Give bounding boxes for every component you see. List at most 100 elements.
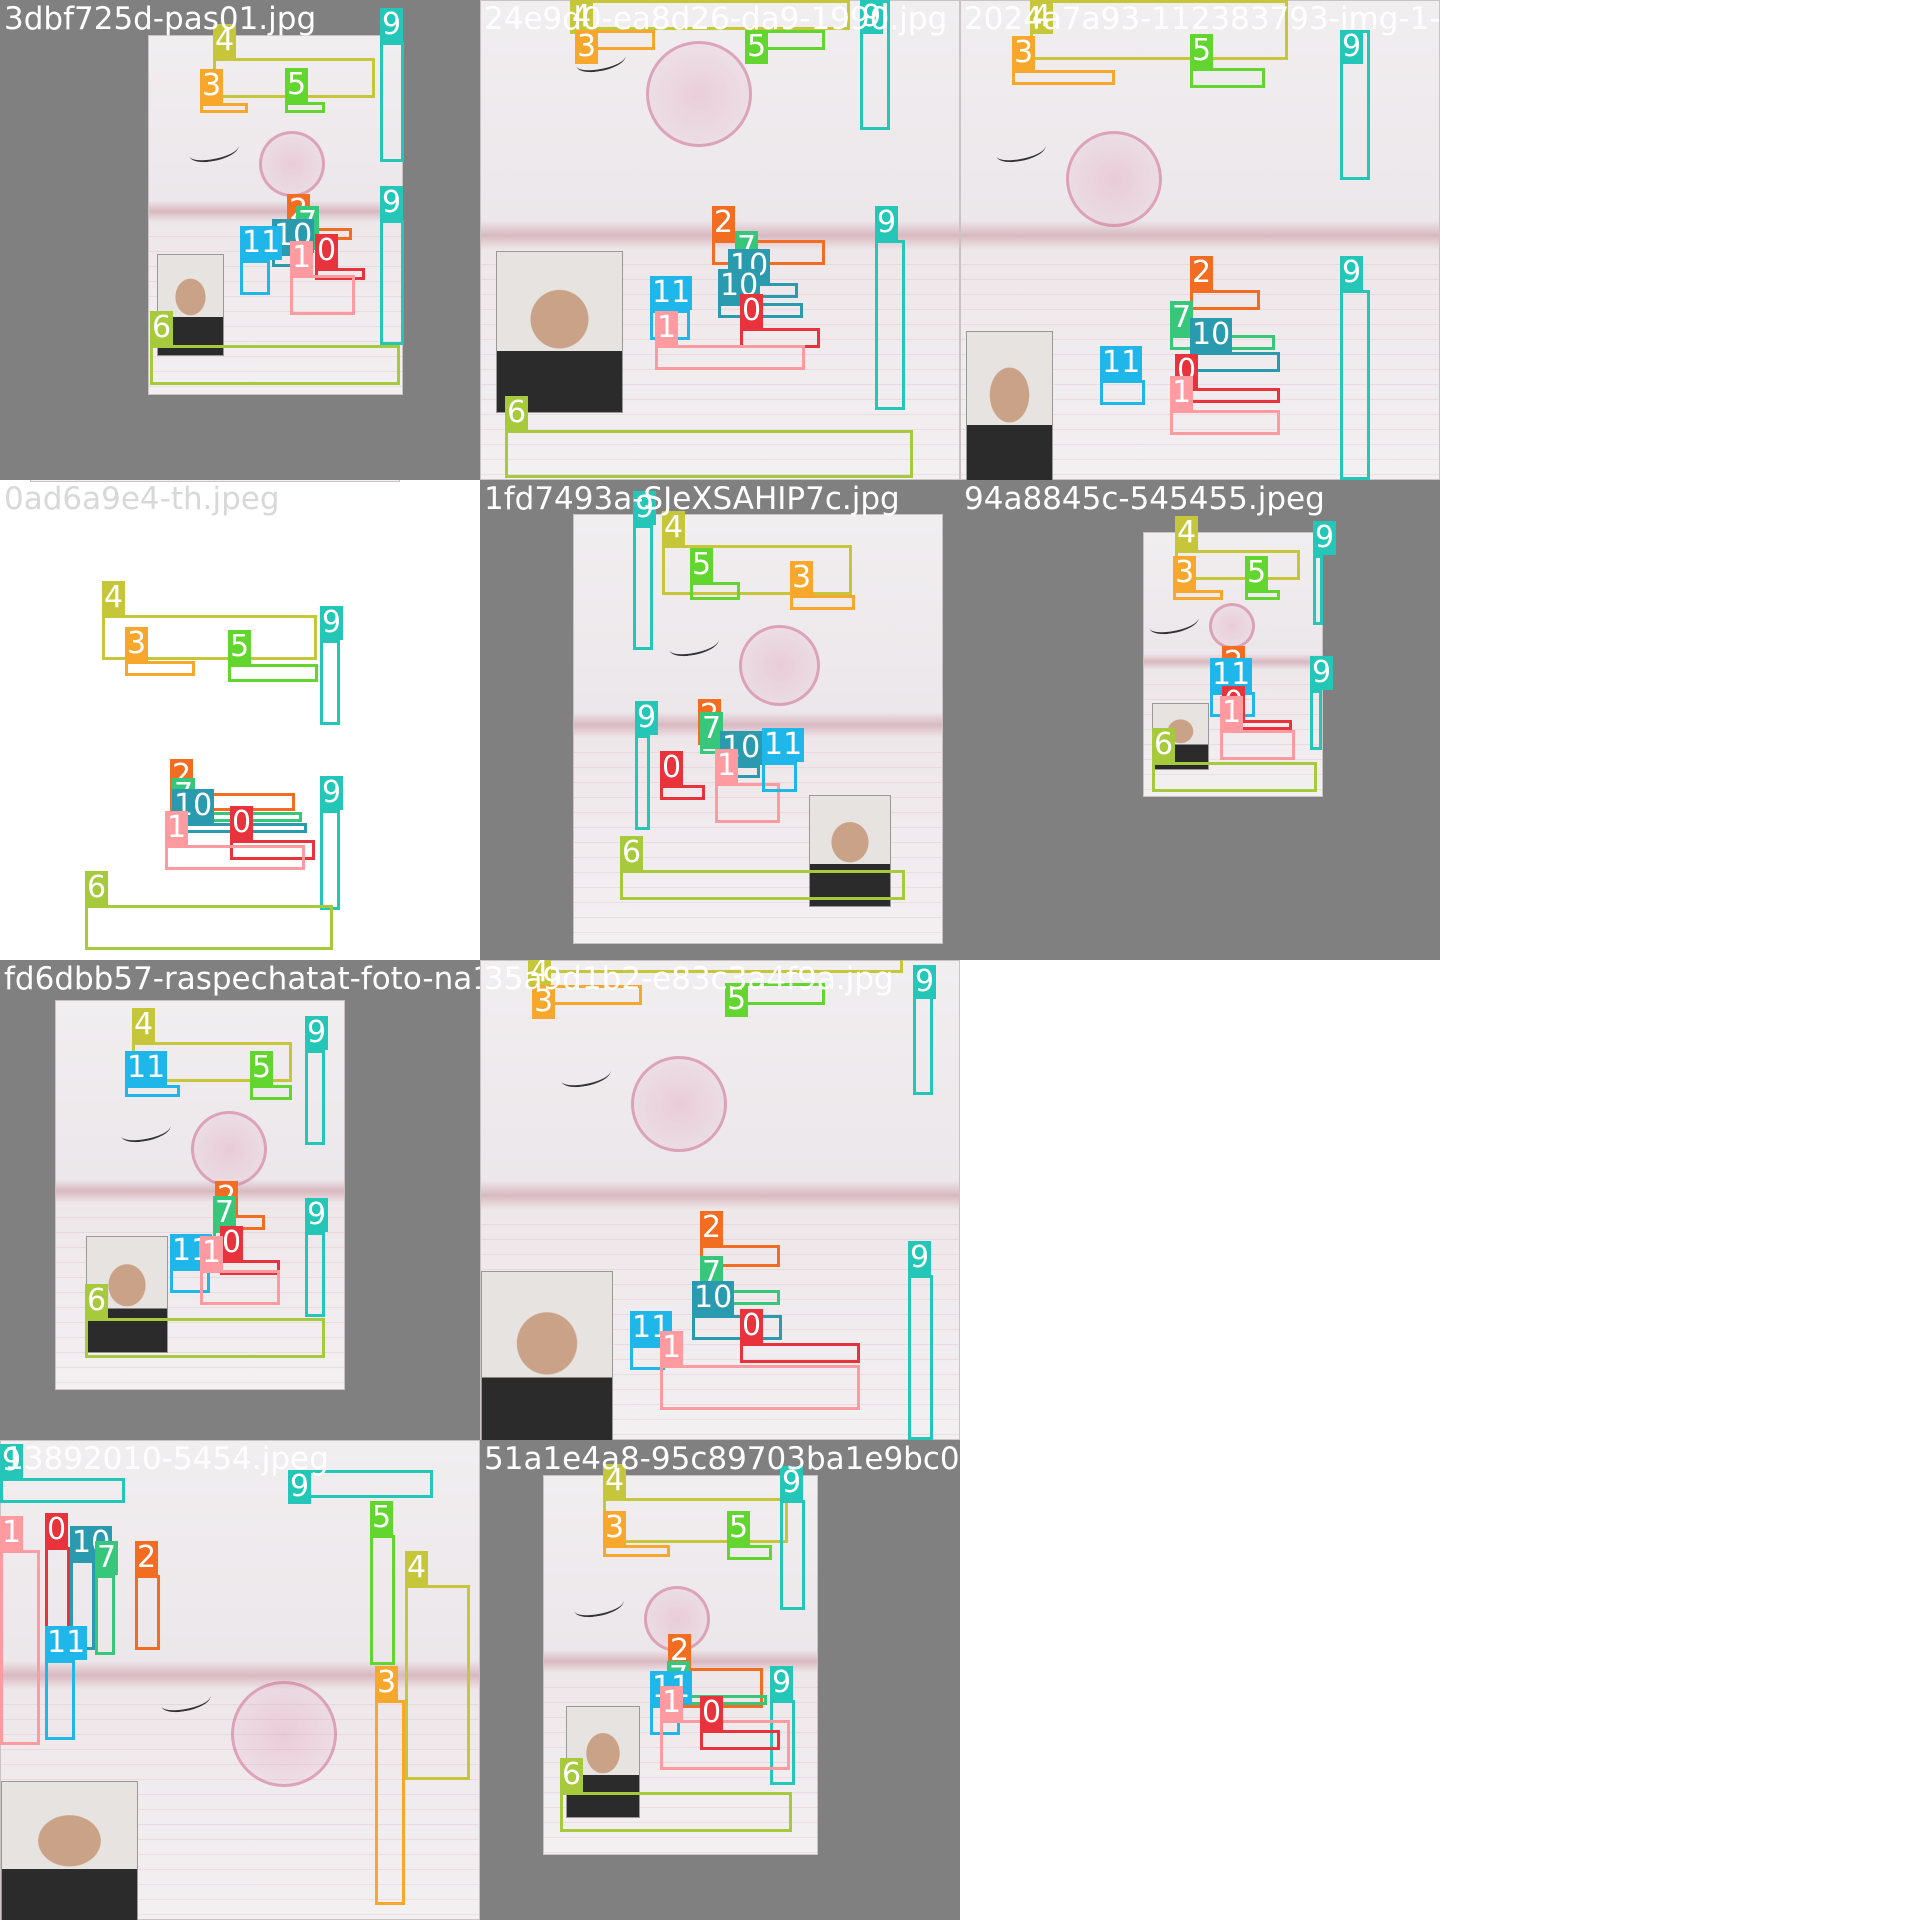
bounding-box: [1170, 410, 1280, 435]
image-tile: 35a9d1b2-e83c3a4f9a.jpg 4 3 5 9 2 9 7 10 11 0 1: [480, 960, 960, 1440]
class-label: 3: [603, 1510, 627, 1545]
class-label: 5: [228, 629, 252, 664]
bounding-box: [305, 1050, 325, 1145]
stamp-seal: [739, 625, 820, 706]
class-label: 1: [1170, 375, 1194, 410]
image-filename: 51a1e4a8-95c89703ba1e9bc0ee2: [484, 1441, 960, 1477]
bounding-box: [1310, 690, 1322, 750]
bounding-box: [380, 220, 404, 345]
bounding-box: [1190, 352, 1280, 372]
bounding-box: [95, 1575, 115, 1655]
class-label: 9: [908, 1240, 932, 1275]
bounding-box: [305, 1232, 325, 1317]
class-label: 1: [1220, 695, 1244, 730]
signature: [667, 631, 721, 659]
class-label: 9: [913, 964, 937, 999]
class-label: 1: [290, 240, 314, 275]
class-label: 0: [230, 805, 254, 840]
bounding-box: [250, 1085, 292, 1100]
stamp-seal: [259, 131, 325, 197]
class-label: 11: [762, 727, 805, 762]
bounding-box: [780, 1500, 805, 1610]
class-label: 2: [1190, 255, 1214, 290]
class-label: 4: [132, 1007, 156, 1042]
class-label: 11: [240, 225, 283, 260]
class-label: 10: [692, 1280, 735, 1315]
bounding-box: [1313, 555, 1323, 625]
class-label: 9: [1310, 655, 1334, 690]
portrait-photo: [966, 331, 1053, 480]
class-label: 3: [790, 560, 814, 595]
stamp-seal: [191, 1111, 267, 1187]
image-filename: 2024a7a93-112383793-img-1-.jpg: [964, 1, 1440, 37]
class-label: 11: [125, 1050, 168, 1085]
class-label: 1: [200, 1235, 224, 1270]
bounding-box: [320, 640, 340, 725]
signature: [119, 1117, 173, 1145]
bounding-box: [690, 582, 740, 600]
bounding-box: [1190, 68, 1265, 88]
class-label: 5: [690, 547, 714, 582]
image-filename: 0ad6a9e4-th.jpeg: [4, 481, 280, 517]
class-label: 3: [1012, 35, 1036, 70]
bounding-box: [875, 240, 905, 410]
bounding-box: [727, 1545, 772, 1560]
class-label: 9: [875, 205, 899, 240]
bounding-box: [0, 1550, 40, 1745]
class-label: 6: [560, 1757, 584, 1792]
signature: [572, 1592, 626, 1620]
class-label: 11: [1100, 345, 1143, 380]
stamp-seal: [1066, 131, 1162, 227]
bounding-box: [85, 905, 333, 950]
image-tile: 24e9d0-ea8d26-da9-1990.jpg 4 3 5 9 9 2 7 10 10 11 0…: [480, 0, 960, 480]
class-label: 9: [380, 185, 404, 220]
image-filename: 3dbf725d-pas01.jpg: [4, 1, 317, 37]
bounding-box: [240, 260, 270, 295]
stamp-seal: [646, 41, 752, 147]
image-tile: 2024a7a93-112383793-img-1-.jpg4359271091…: [960, 0, 1440, 480]
class-label: 1: [715, 748, 739, 783]
class-label: 2: [135, 1540, 159, 1575]
class-label: 0: [700, 1695, 724, 1730]
bounding-box: [740, 1343, 860, 1363]
class-label: 5: [1245, 555, 1269, 590]
class-label: 6: [85, 870, 109, 905]
image-tile: 0ad6a9e4-th.jpeg435927109016: [0, 480, 480, 960]
image-grid: 3dbf725d-pas01.jpg4359279101101624e9d0-e…: [0, 0, 1920, 1920]
class-label: 9: [1313, 520, 1337, 555]
image-tile: 51a1e4a8-95c89703ba1e9bc0ee2435927911016: [480, 1440, 960, 1920]
class-label: 0: [315, 233, 339, 268]
bounding-box: [660, 1720, 790, 1770]
bounding-box: [635, 735, 650, 830]
class-label: 6: [620, 835, 644, 870]
class-label: 6: [505, 395, 529, 430]
class-label: 9: [380, 7, 404, 42]
class-label: 5: [285, 67, 309, 102]
signature: [1147, 609, 1201, 637]
bounding-box: [603, 1545, 670, 1557]
bounding-box: [620, 870, 905, 900]
bounding-box: [655, 345, 805, 370]
class-label: 5: [250, 1050, 274, 1085]
bounding-box: [633, 525, 653, 650]
signature: [994, 137, 1048, 165]
class-label: 6: [1152, 727, 1176, 762]
class-label: 2: [712, 205, 736, 240]
bounding-box: [1152, 762, 1317, 792]
bounding-box: [320, 810, 340, 910]
class-label: 3: [200, 68, 224, 103]
bounding-box: [1190, 290, 1260, 310]
bounding-box: [405, 1585, 470, 1780]
class-label: 0: [45, 1512, 69, 1547]
bounding-box: [135, 1575, 160, 1650]
class-label: 6: [150, 310, 174, 345]
class-label: 5: [370, 1500, 394, 1535]
class-label: 11: [45, 1625, 88, 1660]
image-filename: 1fd7493a-SJeXSAHIP7c.jpg: [484, 481, 900, 517]
class-label: 2: [700, 1210, 724, 1245]
portrait-photo: [1, 1781, 138, 1920]
image-filename: 24e9d0-ea8d26-da9-1990.jpg: [484, 1, 948, 37]
bounding-box: [1220, 730, 1295, 760]
signature: [187, 137, 241, 165]
bounding-box: [85, 1318, 325, 1358]
